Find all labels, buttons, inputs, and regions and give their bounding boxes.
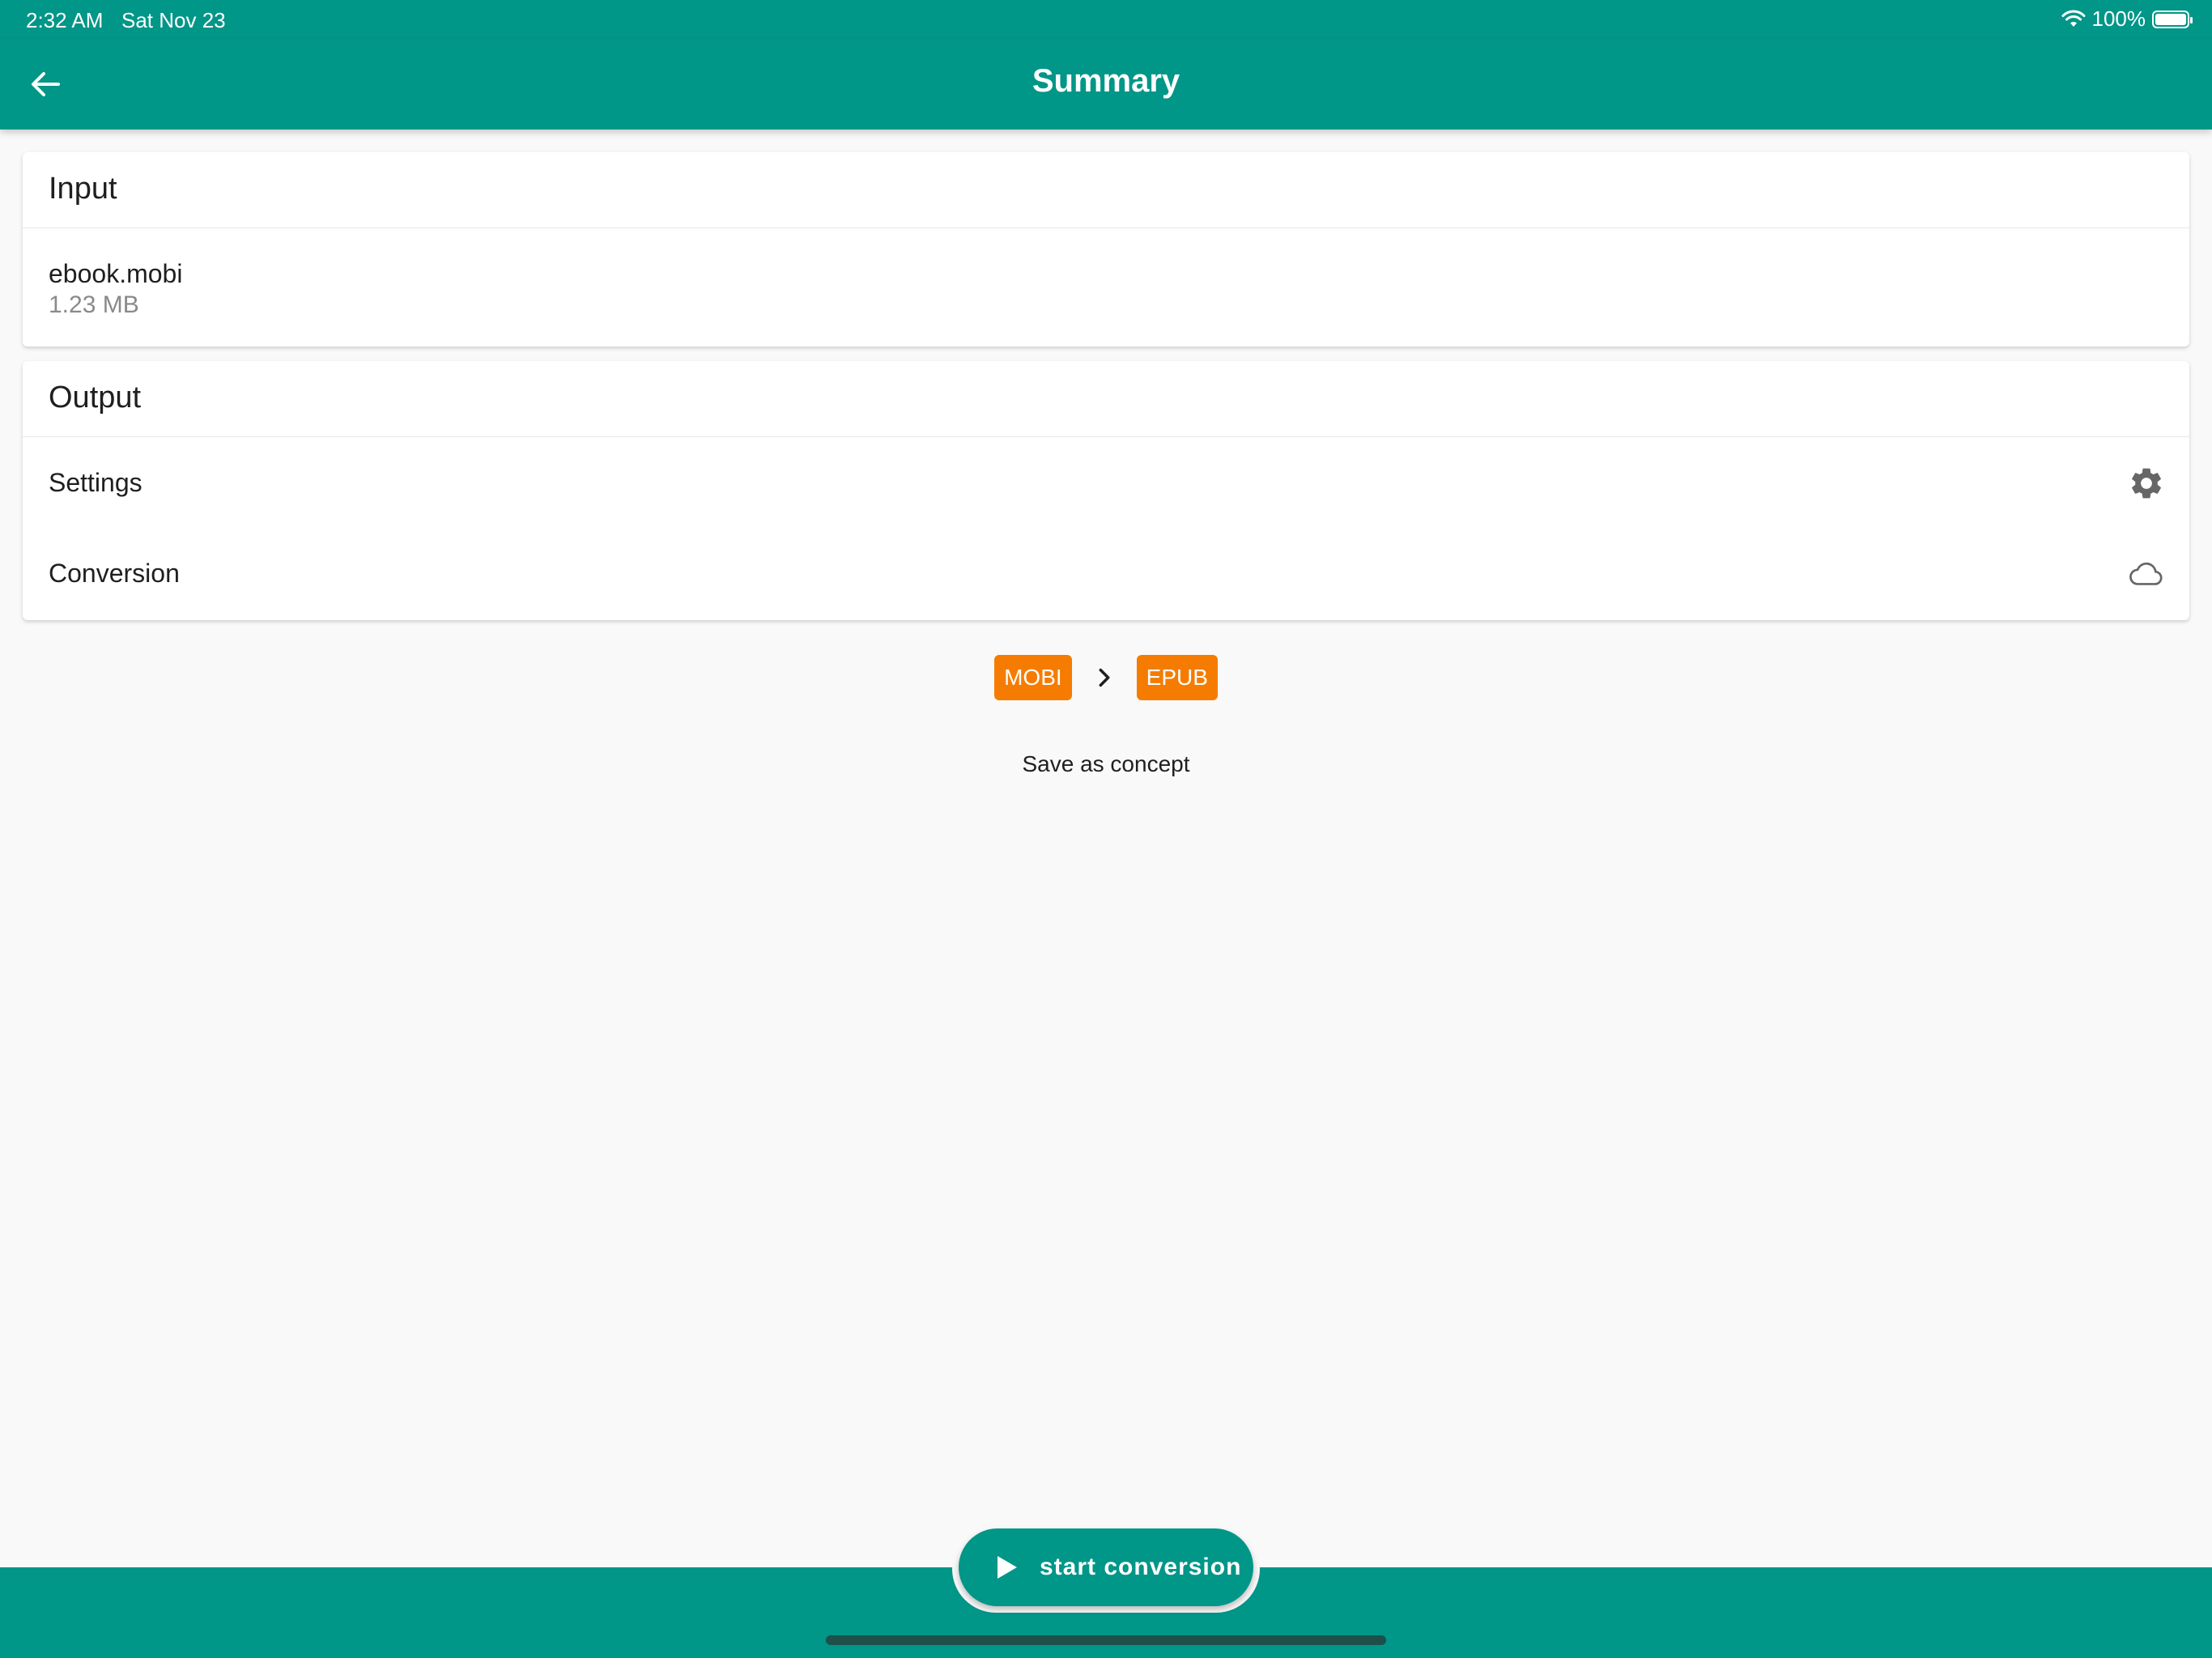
chevron-right-icon: [1099, 668, 1110, 687]
status-indicators: 100%: [2061, 6, 2193, 32]
input-file-name: ebook.mobi: [49, 259, 183, 288]
settings-row[interactable]: Settings: [23, 437, 2189, 528]
page-title: Summary: [1032, 63, 1180, 99]
app-bar: Summary: [0, 39, 2212, 130]
input-card: Input ebook.mobi 1.23 MB: [23, 152, 2189, 346]
save-as-concept-link[interactable]: Save as concept: [0, 751, 2212, 777]
cloud-icon[interactable]: [2128, 555, 2165, 593]
start-conversion-button[interactable]: start conversion: [959, 1528, 1253, 1606]
play-icon: [998, 1556, 1017, 1579]
gear-icon[interactable]: [2128, 465, 2165, 502]
home-indicator[interactable]: [826, 1635, 1386, 1645]
output-card-title: Output: [23, 361, 2189, 437]
input-card-title: Input: [23, 152, 2189, 228]
source-format-badge: MOBI: [994, 655, 1072, 700]
battery-percent: 100%: [2091, 6, 2146, 31]
start-conversion-label: start conversion: [1040, 1554, 1242, 1580]
conversion-label: Conversion: [49, 559, 180, 588]
format-conversion: MOBI EPUB: [0, 654, 2212, 701]
status-date: Sat Nov 23: [121, 8, 226, 32]
input-file-size: 1.23 MB: [49, 291, 139, 318]
battery-icon: [2152, 10, 2193, 28]
status-bar: 2:32 AM Sat Nov 23 100%: [0, 0, 2212, 39]
settings-label: Settings: [49, 468, 143, 497]
wifi-icon: [2061, 10, 2085, 27]
conversion-row[interactable]: Conversion: [23, 528, 2189, 619]
output-card: Output Settings Conversion: [23, 361, 2189, 620]
target-format-badge: EPUB: [1136, 655, 1218, 700]
status-time: 2:32 AM: [26, 8, 104, 32]
